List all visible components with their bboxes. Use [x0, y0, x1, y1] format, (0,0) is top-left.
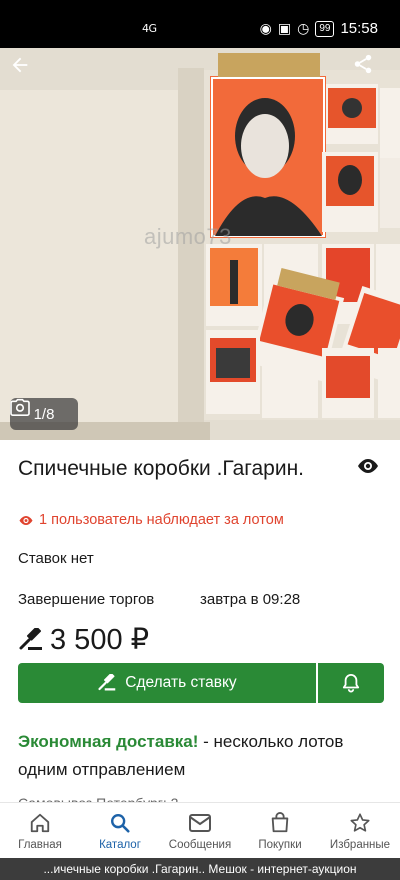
- watchers-text: 1 пользователь наблюдает за лотом: [39, 512, 284, 528]
- back-button[interactable]: [9, 54, 49, 94]
- promo-accent[interactable]: Экономная доставка!: [18, 732, 198, 751]
- home-icon: [28, 811, 52, 835]
- search-icon: [108, 811, 132, 835]
- price-value: 3 500 ₽: [50, 624, 150, 656]
- nav-messages-label: Сообщения: [168, 839, 232, 851]
- share-icon: [354, 54, 372, 74]
- nav-home[interactable]: Главная: [0, 803, 80, 858]
- lot-price: 3 500 ₽: [18, 622, 149, 657]
- nfc-icon: ▣: [277, 20, 292, 36]
- place-bid-label: Сделать ставку: [125, 674, 237, 691]
- nav-purchases[interactable]: Покупки: [240, 803, 320, 858]
- status-time: 15:58: [340, 20, 378, 37]
- nav-purchases-label: Покупки: [258, 839, 302, 851]
- nav-catalog[interactable]: Каталог: [80, 803, 160, 858]
- photo-counter[interactable]: 1/8: [10, 398, 78, 430]
- watchers-info: 1 пользователь наблюдает за лотом: [18, 512, 284, 528]
- gavel-icon: [19, 627, 42, 650]
- place-bid-button[interactable]: Сделать ставку: [18, 663, 316, 703]
- eye-icon: [358, 459, 378, 473]
- eye-status-icon: ◉: [259, 20, 272, 36]
- photo-gallery[interactable]: ajumo73 1/8: [0, 48, 400, 440]
- nav-home-label: Главная: [18, 839, 62, 851]
- auction-end-value: завтра в 09:28: [200, 591, 301, 608]
- mail-icon: [188, 811, 212, 835]
- watch-button[interactable]: [356, 456, 380, 476]
- eye-icon: [19, 515, 33, 525]
- bell-icon: [342, 674, 360, 693]
- nav-favorites[interactable]: Избранные: [320, 803, 400, 858]
- nav-catalog-label: Каталог: [99, 839, 141, 851]
- bids-status: Ставок нет: [18, 550, 94, 567]
- alarm-icon: ◷: [297, 20, 310, 36]
- camera-icon: [10, 398, 30, 416]
- notify-button[interactable]: [318, 663, 384, 703]
- gavel-icon: [98, 674, 116, 691]
- battery-level: 99: [315, 20, 335, 37]
- auction-end-label: Завершение торгов: [18, 591, 155, 608]
- arrow-left-icon: [12, 57, 28, 73]
- bid-action-bar: Сделать ставку: [18, 663, 384, 703]
- photo-watermark: ajumo73: [144, 224, 232, 249]
- share-button[interactable]: [352, 53, 392, 93]
- nav-messages[interactable]: Сообщения: [160, 803, 240, 858]
- bottom-nav: Главная Каталог Сообщения Покупки Избран…: [0, 802, 400, 858]
- star-icon: [348, 811, 372, 835]
- nav-favorites-label: Избранные: [329, 839, 391, 851]
- shopping-bag-icon: [268, 811, 292, 835]
- page-caption: ...ичечные коробки .Гагарин.. Мешок - ин…: [0, 858, 400, 880]
- delivery-promo: Экономная доставка! - несколько лотов од…: [18, 728, 380, 784]
- photo-counter-label: 1/8: [33, 405, 55, 423]
- lot-title: Спичечные коробки .Гагарин.: [18, 457, 305, 480]
- network-indicator: 4G: [142, 22, 157, 35]
